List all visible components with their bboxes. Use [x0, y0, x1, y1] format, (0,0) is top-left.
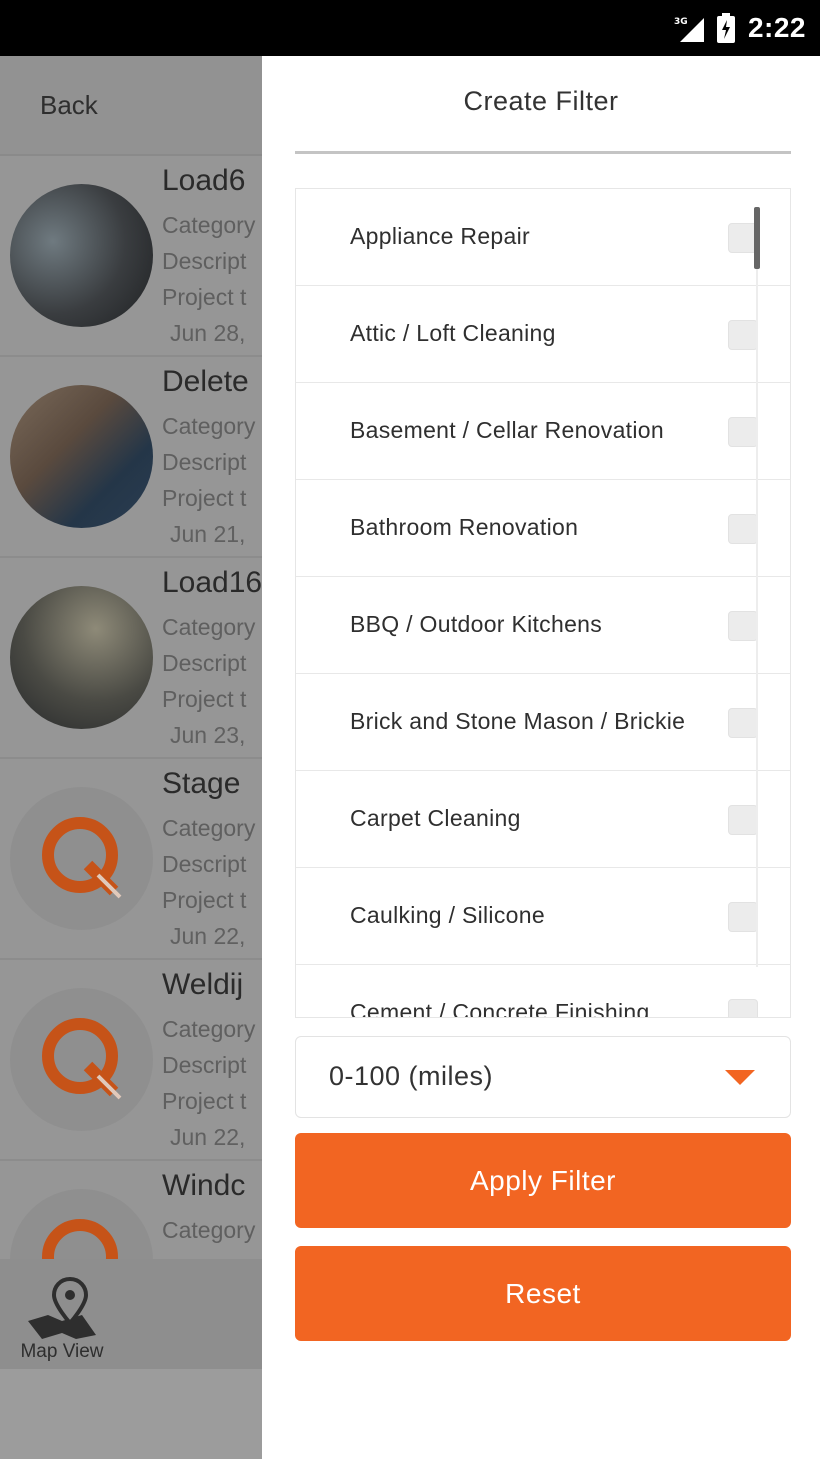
project-description: Descript: [162, 248, 247, 274]
project-type: Project t: [162, 284, 247, 310]
network-type-label: 3G: [674, 17, 688, 27]
project-title: Load16: [162, 566, 262, 599]
category-label: Carpet Cleaning: [350, 805, 521, 831]
map-view-button[interactable]: Map View: [14, 1277, 110, 1367]
background-list-screen: Back Load6 Category Descript Project t J…: [0, 56, 262, 1459]
project-date: Jun 23,: [170, 722, 246, 748]
status-bar: 3G 2:22: [0, 0, 820, 56]
project-type: Project t: [162, 887, 247, 913]
category-label: Basement / Cellar Renovation: [350, 417, 664, 443]
list-item[interactable]: Delete Category Descript Project t Jun 2…: [0, 357, 262, 558]
battery-icon: [716, 13, 736, 43]
category-checkbox[interactable]: [728, 611, 758, 641]
filter-drawer: Create Filter Appliance Repair Attic / L…: [262, 56, 820, 1459]
category-label: Bathroom Renovation: [350, 514, 579, 540]
category-label: Cement / Concrete Finishing: [350, 999, 650, 1018]
clock: 2:22: [747, 12, 806, 43]
category-label: Attic / Loft Cleaning: [350, 320, 556, 346]
project-category: Category: [162, 1217, 256, 1243]
category-checkbox[interactable]: [728, 902, 758, 932]
category-label: BBQ / Outdoor Kitchens: [350, 611, 603, 637]
project-category: Category: [162, 1016, 256, 1042]
distance-select[interactable]: 0-100 (miles): [295, 1036, 791, 1118]
project-date: Jun 28,: [170, 320, 246, 346]
background-header: Back: [0, 56, 262, 156]
app-logo-icon: [36, 1014, 128, 1106]
category-row-bathroom-renovation[interactable]: Bathroom Renovation: [296, 480, 790, 577]
project-thumbnail: [10, 787, 153, 930]
project-thumbnail: [10, 988, 153, 1131]
category-checkbox[interactable]: [728, 417, 758, 447]
list-item[interactable]: Stage Category Descript Project t Jun 22…: [0, 759, 262, 960]
category-row-carpet-cleaning[interactable]: Carpet Cleaning: [296, 771, 790, 868]
distance-selected-value: 0-100 (miles): [329, 1061, 494, 1091]
map-view-label: Map View: [20, 1341, 104, 1362]
project-date: Jun 21,: [170, 521, 246, 547]
category-checkbox[interactable]: [728, 999, 758, 1017]
project-type: Project t: [162, 686, 247, 712]
project-title: Weldij: [162, 968, 244, 1001]
app-logo-icon: [36, 1215, 128, 1259]
project-category: Category: [162, 614, 256, 640]
signal-icon: 3G: [674, 14, 704, 42]
project-type: Project t: [162, 1088, 247, 1114]
map-view-icon: [28, 1277, 96, 1339]
list-item[interactable]: Load6 Category Descript Project t Jun 28…: [0, 156, 262, 357]
project-category: Category: [162, 815, 256, 841]
category-row-bbq-outdoor-kitchens[interactable]: BBQ / Outdoor Kitchens: [296, 577, 790, 674]
project-category: Category: [162, 413, 256, 439]
category-row-cement-concrete-finishing[interactable]: Cement / Concrete Finishing: [296, 965, 790, 1018]
back-button[interactable]: Back: [40, 90, 98, 121]
category-label: Brick and Stone Mason / Brickie: [350, 708, 686, 734]
category-label: Appliance Repair: [350, 223, 530, 249]
project-description: Descript: [162, 650, 247, 676]
project-thumbnail: [10, 385, 153, 528]
category-label: Caulking / Silicone: [350, 902, 545, 928]
project-title: Stage: [162, 767, 241, 800]
drawer-title: Create Filter: [463, 86, 619, 116]
project-thumbnail: [10, 586, 153, 729]
category-list[interactable]: Appliance Repair Attic / Loft Cleaning B…: [295, 188, 791, 1018]
apply-filter-button[interactable]: Apply Filter: [295, 1133, 791, 1228]
category-checkbox[interactable]: [728, 805, 758, 835]
app-logo-icon: [36, 813, 128, 905]
scrollbar-track[interactable]: [756, 207, 758, 967]
project-date: Jun 22,: [170, 1124, 246, 1150]
category-row-appliance-repair[interactable]: Appliance Repair: [296, 189, 790, 286]
status-icons: 3G 2:22: [674, 8, 806, 48]
bottom-bar: Map View: [0, 1259, 262, 1369]
background-footer: [0, 1369, 262, 1459]
project-category: Category: [162, 212, 256, 238]
category-row-basement-cellar-renovation[interactable]: Basement / Cellar Renovation: [296, 383, 790, 480]
project-date: Jun 22,: [170, 923, 246, 949]
project-title: Delete: [162, 365, 249, 398]
project-title: Load6: [162, 164, 246, 197]
project-description: Descript: [162, 1052, 247, 1078]
list-item[interactable]: Load16 Category Descript Project t Jun 2…: [0, 558, 262, 759]
category-row-caulking-silicone[interactable]: Caulking / Silicone: [296, 868, 790, 965]
project-description: Descript: [162, 851, 247, 877]
project-list: Load6 Category Descript Project t Jun 28…: [0, 156, 262, 1259]
project-type: Project t: [162, 485, 247, 511]
category-row-attic-loft-cleaning[interactable]: Attic / Loft Cleaning: [296, 286, 790, 383]
title-divider: [295, 151, 791, 154]
caret-down-icon: [725, 1070, 755, 1085]
scrollbar-thumb[interactable]: [754, 207, 760, 269]
list-item[interactable]: Windc Category: [0, 1161, 262, 1259]
reset-button[interactable]: Reset: [295, 1246, 791, 1341]
list-item[interactable]: Weldij Category Descript Project t Jun 2…: [0, 960, 262, 1161]
project-title: Windc: [162, 1169, 246, 1202]
category-row-brick-stone-mason[interactable]: Brick and Stone Mason / Brickie: [296, 674, 790, 771]
project-thumbnail: [10, 1189, 153, 1259]
project-thumbnail: [10, 184, 153, 327]
category-checkbox[interactable]: [728, 320, 758, 350]
category-checkbox[interactable]: [728, 708, 758, 738]
category-checkbox[interactable]: [728, 514, 758, 544]
project-description: Descript: [162, 449, 247, 475]
